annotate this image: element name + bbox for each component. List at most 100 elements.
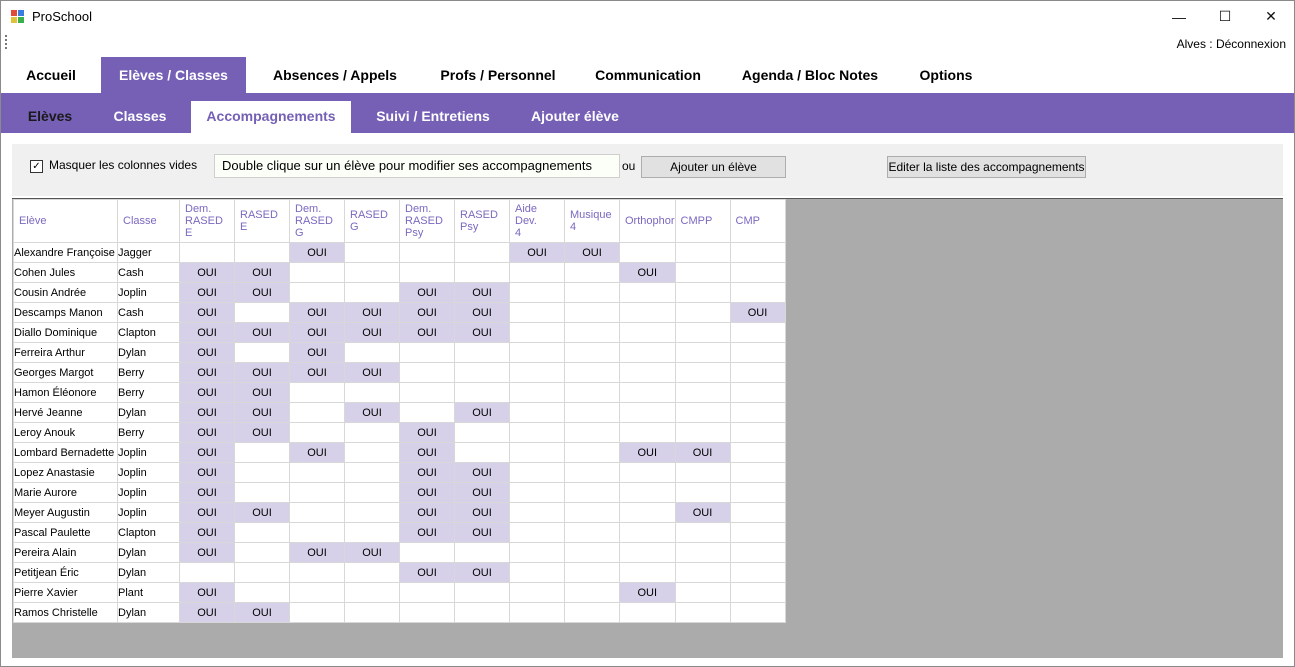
maximize-button[interactable]: ☐ (1202, 1, 1248, 32)
accompagnement-cell[interactable] (344, 482, 400, 503)
accompagnement-cell[interactable] (344, 242, 400, 263)
table-row[interactable]: Cousin Andrée Joplin OUI OUI OUI OUI (13, 282, 786, 303)
accompagnement-cell[interactable] (454, 542, 510, 563)
column-header[interactable]: Musique 4 (564, 199, 620, 243)
accompagnement-cell[interactable] (619, 322, 676, 343)
accompagnement-cell[interactable] (234, 462, 290, 483)
table-row[interactable]: Leroy Anouk Berry OUI OUI OUI (13, 422, 786, 443)
accompagnement-cell[interactable] (619, 502, 676, 523)
accompagnement-cell[interactable]: OUI (289, 342, 345, 363)
accompagnement-cell[interactable]: OUI (179, 542, 235, 563)
accompagnement-cell[interactable] (564, 342, 620, 363)
accompagnement-cell[interactable] (289, 282, 345, 303)
accompagnement-cell[interactable]: OUI (399, 322, 455, 343)
student-name-cell[interactable]: Petitjean Éric (13, 562, 118, 583)
column-header[interactable]: CMP (729, 199, 786, 243)
column-header[interactable]: Aide Dev. 4 (509, 199, 565, 243)
tab-classes[interactable]: Classes (99, 101, 181, 133)
accompagnement-cell[interactable]: OUI (399, 562, 455, 583)
accompagnement-cell[interactable] (564, 322, 620, 343)
accompagnement-cell[interactable] (619, 422, 676, 443)
accompagnement-cell[interactable] (674, 562, 731, 583)
accompagnement-cell[interactable] (729, 482, 786, 503)
accompagnement-cell[interactable] (619, 382, 676, 403)
accompagnement-cell[interactable]: OUI (344, 362, 400, 383)
accompagnement-cell[interactable] (454, 242, 510, 263)
accompagnement-cell[interactable] (454, 262, 510, 283)
accompagnement-cell[interactable] (729, 582, 786, 603)
accompagnement-cell[interactable] (344, 502, 400, 523)
accompagnement-cell[interactable] (674, 362, 731, 383)
accompagnement-cell[interactable] (674, 582, 731, 603)
student-name-cell[interactable]: Marie Aurore (13, 482, 118, 503)
accompagnement-cell[interactable] (619, 542, 676, 563)
accompagnement-cell[interactable] (619, 282, 676, 303)
class-cell[interactable]: Berry (117, 382, 180, 403)
accompagnement-cell[interactable] (344, 442, 400, 463)
accompagnement-cell[interactable] (289, 562, 345, 583)
accompagnement-cell[interactable] (674, 322, 731, 343)
accompagnement-cell[interactable] (564, 602, 620, 623)
accompagnement-cell[interactable] (509, 262, 565, 283)
student-name-cell[interactable]: Pierre Xavier (13, 582, 118, 603)
accompagnement-cell[interactable] (399, 382, 455, 403)
class-cell[interactable]: Joplin (117, 442, 180, 463)
table-row[interactable]: Meyer Augustin Joplin OUI OUI OUI OUI OUI (13, 502, 786, 523)
table-row[interactable]: Ramos Christelle Dylan OUI OUI (13, 602, 786, 623)
accompagnement-cell[interactable] (564, 442, 620, 463)
accompagnement-cell[interactable] (509, 502, 565, 523)
column-header[interactable]: Dem. RASED Psy (399, 199, 455, 243)
add-student-button[interactable]: Ajouter un élève (641, 156, 786, 178)
accompagnement-cell[interactable] (344, 462, 400, 483)
accompagnement-cell[interactable]: OUI (344, 322, 400, 343)
accompagnement-cell[interactable] (564, 362, 620, 383)
accompagnement-cell[interactable]: OUI (234, 422, 290, 443)
accompagnement-cell[interactable]: OUI (179, 522, 235, 543)
student-name-cell[interactable]: Georges Margot (13, 362, 118, 383)
accompagnement-cell[interactable]: OUI (619, 262, 676, 283)
accompagnement-cell[interactable] (399, 262, 455, 283)
accompagnement-cell[interactable] (564, 422, 620, 443)
accompagnements-grid-area[interactable]: Elève Classe Dem. RASED E RASED E Dem. RASED… (12, 198, 1283, 658)
accompagnement-cell[interactable] (619, 562, 676, 583)
table-row[interactable]: Hamon Éléonore Berry OUI OUI (13, 382, 786, 403)
class-cell[interactable]: Joplin (117, 462, 180, 483)
accompagnement-cell[interactable]: OUI (344, 302, 400, 323)
accompagnement-cell[interactable]: OUI (674, 442, 731, 463)
accompagnement-cell[interactable] (509, 602, 565, 623)
accompagnement-cell[interactable]: OUI (179, 302, 235, 323)
accompagnement-cell[interactable] (454, 442, 510, 463)
accompagnement-cell[interactable] (399, 242, 455, 263)
accompagnement-cell[interactable] (729, 322, 786, 343)
accompagnement-cell[interactable] (674, 522, 731, 543)
class-cell[interactable]: Clapton (117, 522, 180, 543)
accompagnement-cell[interactable] (344, 562, 400, 583)
accompagnement-cell[interactable]: OUI (179, 462, 235, 483)
accompagnement-cell[interactable] (674, 242, 731, 263)
column-header[interactable]: CMPP (674, 199, 731, 243)
accompagnement-cell[interactable] (674, 342, 731, 363)
accompagnement-cell[interactable] (564, 562, 620, 583)
title-bar[interactable]: ProSchool — ☐ ✕ (1, 1, 1294, 32)
accompagnement-cell[interactable]: OUI (179, 582, 235, 603)
accompagnement-cell[interactable] (509, 402, 565, 423)
student-name-cell[interactable]: Lopez Anastasie (13, 462, 118, 483)
class-cell[interactable]: Dylan (117, 562, 180, 583)
accompagnement-cell[interactable] (509, 462, 565, 483)
accompagnement-cell[interactable]: OUI (454, 282, 510, 303)
table-row[interactable]: Alexandre Françoise Jagger OUI OUI OUI (13, 242, 786, 263)
column-header[interactable]: RASED Psy (454, 199, 510, 243)
accompagnement-cell[interactable] (234, 482, 290, 503)
accompagnement-cell[interactable] (674, 422, 731, 443)
student-name-cell[interactable]: Descamps Manon (13, 302, 118, 323)
accompagnement-cell[interactable]: OUI (179, 422, 235, 443)
accompagnement-cell[interactable] (729, 522, 786, 543)
accompagnement-cell[interactable] (674, 482, 731, 503)
accompagnement-cell[interactable] (179, 562, 235, 583)
accompagnement-cell[interactable] (564, 302, 620, 323)
accompagnement-cell[interactable]: OUI (454, 322, 510, 343)
menu-accueil[interactable]: Accueil (10, 57, 92, 93)
student-name-cell[interactable]: Pascal Paulette (13, 522, 118, 543)
accompagnement-cell[interactable] (729, 402, 786, 423)
accompagnement-cell[interactable] (729, 382, 786, 403)
